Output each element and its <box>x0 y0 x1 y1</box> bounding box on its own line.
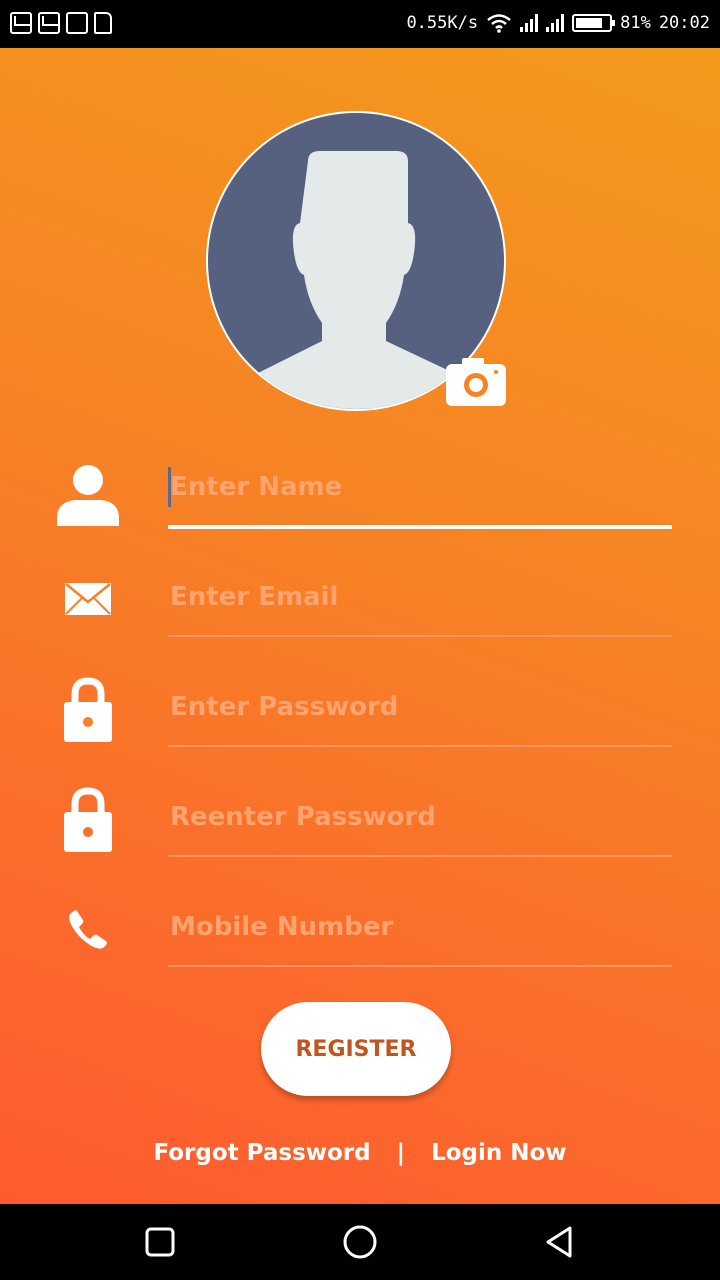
name-underline <box>168 525 672 529</box>
reenter-password-row <box>0 783 720 873</box>
login-now-link[interactable]: Login Now <box>431 1140 566 1166</box>
status-right: 0.55K/s 81% 20:02 <box>406 13 710 33</box>
email-underline <box>168 635 672 637</box>
status-bar: 0.55K/s 81% 20:02 <box>0 0 720 48</box>
person-icon <box>52 459 124 531</box>
link-separator: | <box>396 1140 406 1166</box>
mobile-underline <box>168 965 672 967</box>
mobile-row <box>0 893 720 983</box>
battery-percent: 81% <box>620 13 651 33</box>
envelope-icon <box>52 563 124 635</box>
name-row <box>0 453 720 543</box>
mail-icon <box>10 12 32 34</box>
reenter-password-underline <box>168 855 672 857</box>
forgot-password-link[interactable]: Forgot Password <box>153 1140 370 1166</box>
navigation-bar <box>0 1204 720 1280</box>
password-field[interactable] <box>168 677 674 737</box>
camera-button[interactable] <box>446 354 506 406</box>
register-screen: REGISTER Forgot Password | Login Now <box>0 48 720 1204</box>
signal-icon <box>520 14 539 32</box>
cast-icon <box>66 12 88 34</box>
notification-icons <box>10 12 112 34</box>
lock-icon <box>52 783 124 855</box>
reenter-password-field[interactable] <box>168 787 674 847</box>
name-field[interactable] <box>168 457 674 517</box>
email-row <box>0 563 720 653</box>
lock-icon <box>52 673 124 745</box>
back-icon[interactable] <box>542 1224 578 1260</box>
email-field[interactable] <box>168 567 674 627</box>
mobile-field[interactable] <box>168 897 674 957</box>
home-icon[interactable] <box>342 1224 378 1260</box>
register-button[interactable]: REGISTER <box>261 1002 451 1096</box>
camera-icon <box>446 358 506 406</box>
password-underline <box>168 745 672 747</box>
mail-icon <box>38 12 60 34</box>
password-row <box>0 673 720 763</box>
document-icon <box>94 12 112 34</box>
clock: 20:02 <box>658 13 710 33</box>
network-speed: 0.55K/s <box>406 13 479 33</box>
bottom-links: Forgot Password | Login Now <box>0 1140 720 1166</box>
phone-icon <box>52 893 124 965</box>
signal-icon <box>546 14 565 32</box>
battery-icon <box>572 14 616 32</box>
recent-apps-icon[interactable] <box>142 1224 178 1260</box>
wifi-icon <box>487 14 511 33</box>
